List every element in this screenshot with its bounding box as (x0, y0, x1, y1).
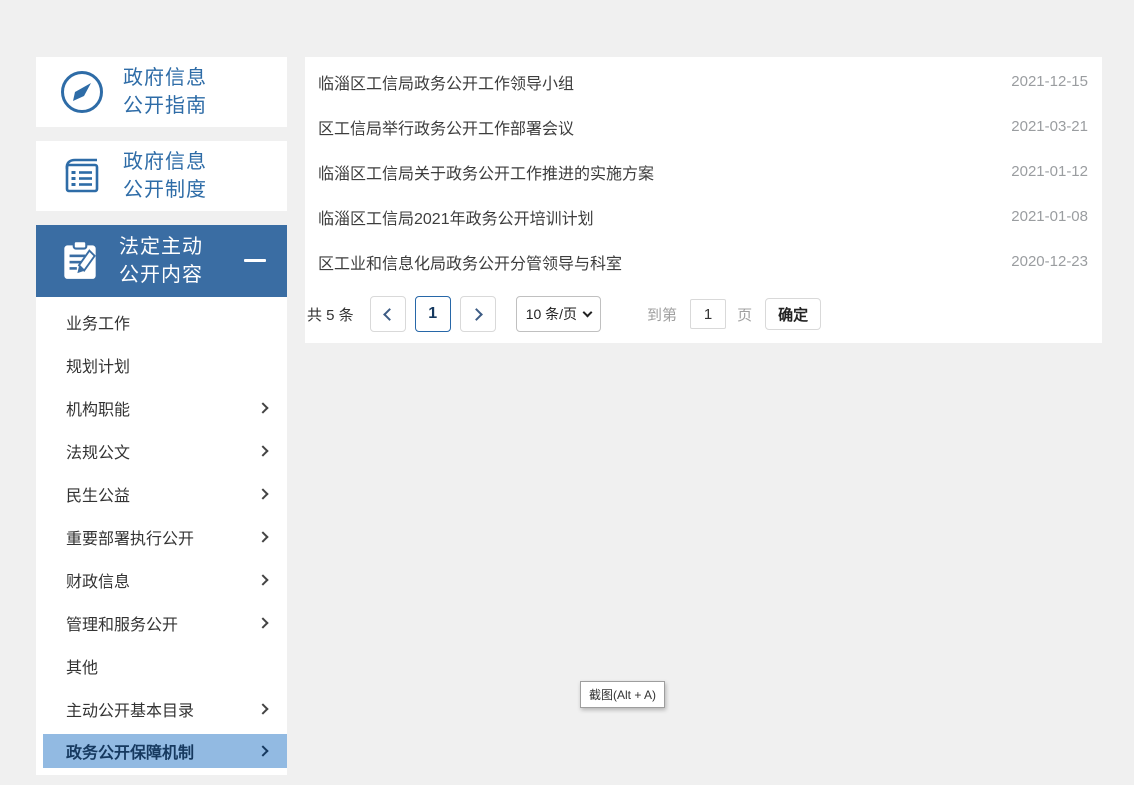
guide-label-line1: 政府信息 (123, 67, 207, 89)
menu-item-label: 管理和服务公开 (66, 611, 178, 635)
article-title-link[interactable]: 临淄区工信局2021年政务公开培训计划 (318, 205, 594, 229)
chevron-right-icon (257, 488, 268, 499)
article-date: 2021-01-12 (1011, 163, 1088, 180)
page-1-button[interactable]: 1 (415, 296, 451, 332)
sidebar-item-statutory-active[interactable]: 法定主动 公开内容 (36, 225, 287, 297)
goto-page-prefix-label: 到第 (647, 304, 677, 325)
page-size-select[interactable]: 10 条/页 (516, 296, 601, 332)
statutory-label-line1: 法定主动 (119, 236, 203, 258)
sidebar-item-business-work[interactable]: 业务工作 (36, 300, 287, 343)
menu-item-label: 其他 (66, 654, 98, 678)
sidebar: 政府信息 公开指南 政府信息 公开制度 (36, 57, 287, 775)
menu-item-label: 重要部署执行公开 (66, 525, 194, 549)
chevron-right-icon (257, 617, 268, 628)
article-title-link[interactable]: 区工信局举行政务公开工作部署会议 (318, 115, 574, 139)
article-list-panel: 临淄区工信局政务公开工作领导小组 2021-12-15 区工信局举行政务公开工作… (305, 57, 1102, 343)
menu-item-label: 业务工作 (66, 310, 130, 334)
sidebar-item-guarantee-mechanism-selected[interactable]: 政务公开保障机制 (43, 734, 287, 768)
chevron-right-icon (257, 703, 268, 714)
sidebar-submenu: 业务工作 规划计划 机构职能 法规公文 民生公益 重要部署执行公开 财政信息 管… (36, 297, 287, 775)
article-date: 2020-12-23 (1011, 253, 1088, 270)
article-row: 临淄区工信局政务公开工作领导小组 2021-12-15 (305, 59, 1102, 104)
compass-icon (57, 67, 107, 117)
sidebar-item-livelihood[interactable]: 民生公益 (36, 472, 287, 515)
statutory-label-line2: 公开内容 (119, 264, 203, 286)
chevron-right-icon (257, 445, 268, 456)
menu-item-label: 法规公文 (66, 439, 130, 463)
sidebar-item-system-label: 政府信息 公开制度 (123, 148, 207, 204)
system-label-line2: 公开制度 (123, 179, 207, 201)
total-count-label: 共 5 条 (307, 304, 354, 325)
menu-item-label: 政务公开保障机制 (66, 739, 194, 763)
chevron-right-icon (257, 531, 268, 542)
chevron-right-icon (470, 308, 483, 321)
chevron-down-icon (583, 307, 593, 317)
article-row: 临淄区工信局2021年政务公开培训计划 2021-01-08 (305, 194, 1102, 239)
ledger-icon (57, 151, 107, 201)
menu-item-label: 机构职能 (66, 396, 130, 420)
sidebar-item-planning[interactable]: 规划计划 (36, 343, 287, 386)
screenshot-shortcut-tooltip: 截图(Alt + A) (580, 681, 665, 708)
collapse-minus-icon[interactable] (244, 259, 266, 262)
sidebar-item-other[interactable]: 其他 (36, 644, 287, 687)
article-list: 临淄区工信局政务公开工作领导小组 2021-12-15 区工信局举行政务公开工作… (305, 57, 1102, 284)
article-date: 2021-12-15 (1011, 73, 1088, 90)
goto-page-input[interactable] (690, 299, 726, 329)
pagination: 共 5 条 1 10 条/页 到第 页 确定 (307, 296, 821, 332)
sidebar-item-regulations[interactable]: 法规公文 (36, 429, 287, 472)
article-row: 临淄区工信局关于政务公开工作推进的实施方案 2021-01-12 (305, 149, 1102, 194)
goto-page-suffix-label: 页 (737, 304, 752, 325)
clipboard-pencil-icon (57, 236, 103, 287)
sidebar-item-guide[interactable]: 政府信息 公开指南 (36, 57, 287, 127)
guide-label-line2: 公开指南 (123, 95, 207, 117)
system-label-line1: 政府信息 (123, 151, 207, 173)
article-title-link[interactable]: 区工业和信息化局政务公开分管领导与科室 (318, 250, 622, 274)
article-title-link[interactable]: 临淄区工信局关于政务公开工作推进的实施方案 (318, 160, 654, 184)
article-date: 2021-03-21 (1011, 118, 1088, 135)
sidebar-item-fiscal-info[interactable]: 财政信息 (36, 558, 287, 601)
article-row: 区工信局举行政务公开工作部署会议 2021-03-21 (305, 104, 1102, 149)
sidebar-item-key-deployments[interactable]: 重要部署执行公开 (36, 515, 287, 558)
article-row: 区工业和信息化局政务公开分管领导与科室 2020-12-23 (305, 239, 1102, 284)
chevron-right-icon (257, 574, 268, 585)
menu-item-label: 规划计划 (66, 353, 130, 377)
chevron-right-icon (257, 402, 268, 413)
menu-item-label: 主动公开基本目录 (66, 697, 194, 721)
menu-item-label: 财政信息 (66, 568, 130, 592)
article-date: 2021-01-08 (1011, 208, 1088, 225)
prev-page-button[interactable] (370, 296, 406, 332)
page-size-value: 10 条/页 (526, 304, 577, 324)
chevron-right-icon (257, 745, 268, 756)
chevron-left-icon (383, 308, 396, 321)
menu-item-label: 民生公益 (66, 482, 130, 506)
sidebar-item-org-functions[interactable]: 机构职能 (36, 386, 287, 429)
sidebar-item-management-services[interactable]: 管理和服务公开 (36, 601, 287, 644)
sidebar-item-guide-label: 政府信息 公开指南 (123, 64, 207, 120)
sidebar-item-statutory-label: 法定主动 公开内容 (119, 233, 203, 289)
confirm-button[interactable]: 确定 (765, 298, 821, 330)
article-title-link[interactable]: 临淄区工信局政务公开工作领导小组 (318, 70, 574, 94)
next-page-button[interactable] (460, 296, 496, 332)
sidebar-item-basic-catalog[interactable]: 主动公开基本目录 (36, 687, 287, 730)
sidebar-item-system[interactable]: 政府信息 公开制度 (36, 141, 287, 211)
